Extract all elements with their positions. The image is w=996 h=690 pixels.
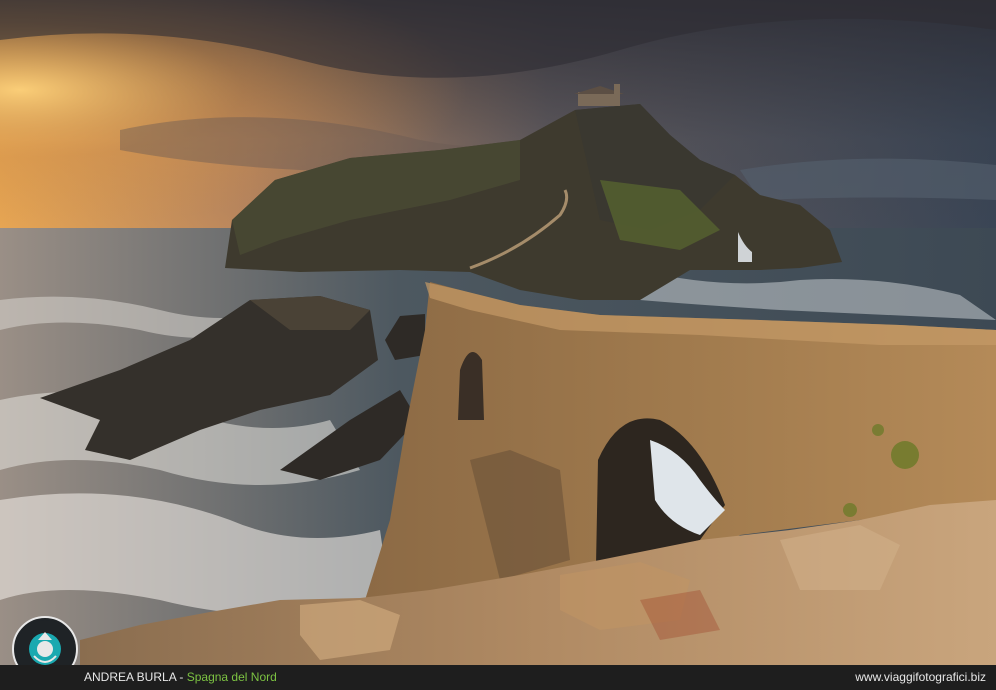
website-link[interactable]: www.viaggifotografici.biz [855, 665, 986, 690]
caption-separator: - [176, 670, 187, 684]
photo-caption: ANDREA BURLA - Spagna del Nord [84, 665, 277, 690]
photographer-name: ANDREA BURLA [84, 670, 177, 684]
landscape-photo [0, 0, 996, 665]
location-label: Spagna del Nord [186, 670, 277, 684]
photo-credit-bar: ANDREA BURLA - Spagna del Nord www.viagg… [0, 665, 996, 690]
